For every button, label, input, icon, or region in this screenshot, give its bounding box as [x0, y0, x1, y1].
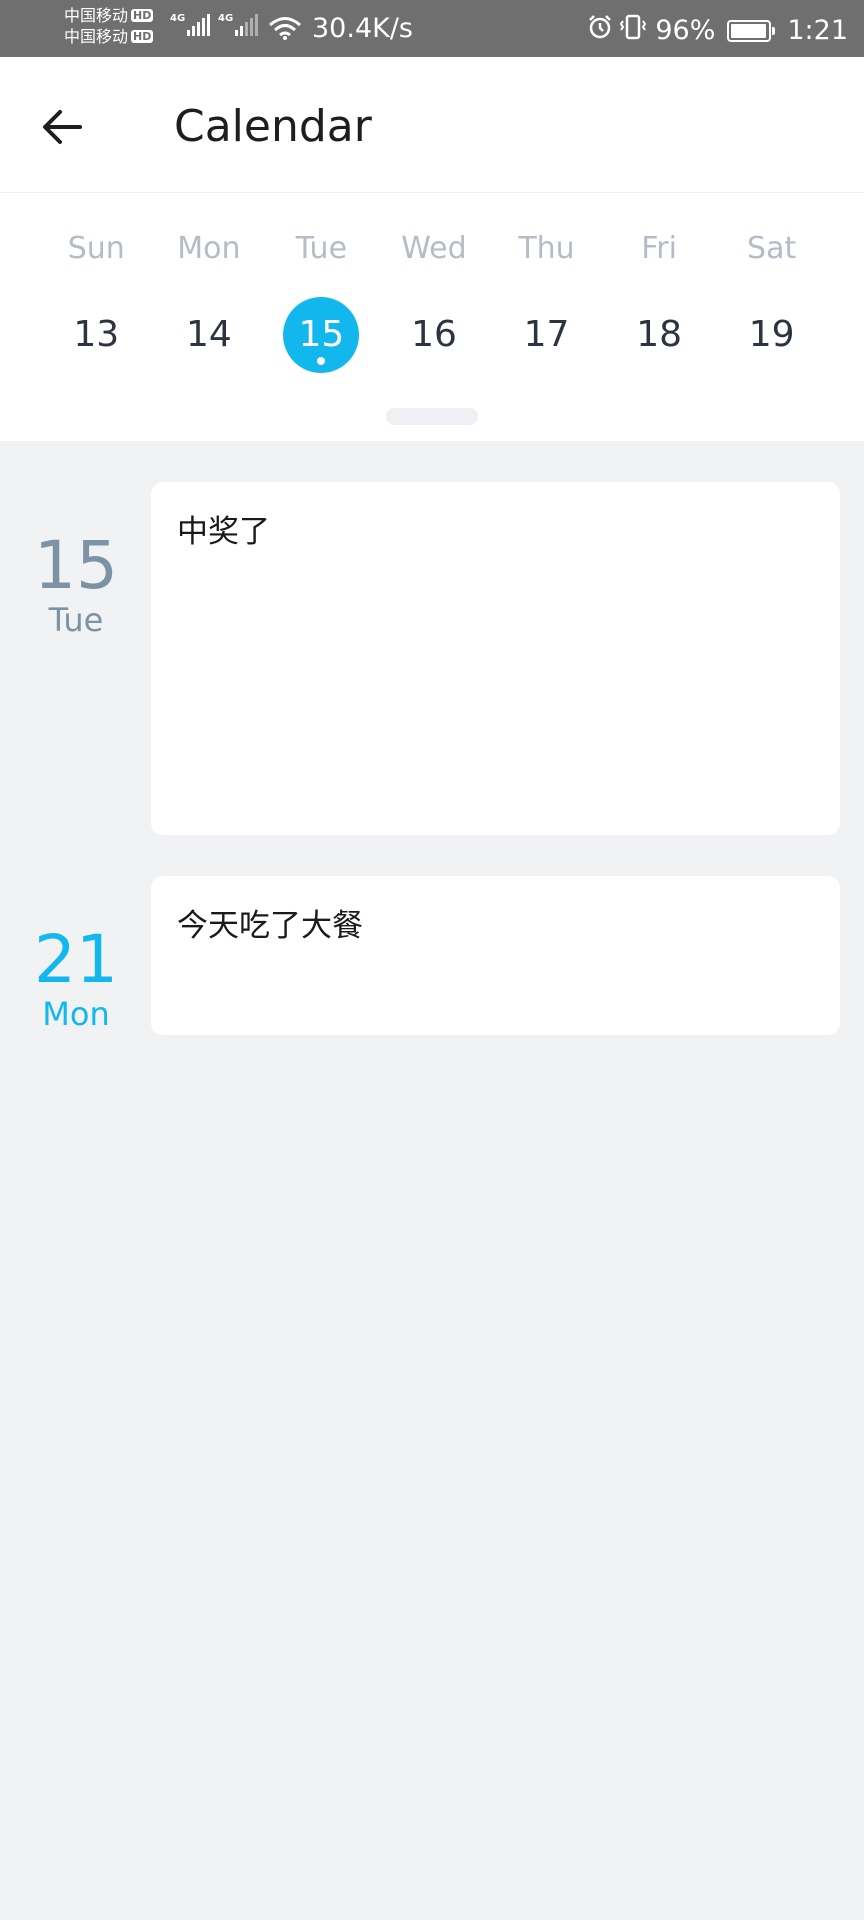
entry-card[interactable]: 今天吃了大餐	[151, 876, 840, 1035]
weekday-label: Sun	[67, 231, 125, 266]
date-cell[interactable]: 16	[378, 297, 491, 373]
entry-weekday: Mon	[42, 995, 110, 1033]
carrier-name-2: 中国移动	[64, 26, 129, 46]
date-number: 13	[73, 314, 120, 355]
entry-text: 今天吃了大餐	[177, 908, 363, 944]
network-type-2: 4G	[218, 13, 234, 24]
date-row: 13 14 15 16 17 18 19	[40, 297, 828, 373]
weekday-label: Wed	[401, 231, 467, 266]
carrier-name-1: 中国移动	[64, 5, 129, 25]
date-cell[interactable]: 18	[603, 297, 716, 373]
weekday-label: Tue	[295, 231, 348, 266]
network-type-1: 4G	[170, 13, 186, 24]
weekday-label: Mon	[177, 231, 241, 266]
entry-weekday: Tue	[48, 601, 104, 639]
wifi-icon	[268, 15, 302, 45]
back-button[interactable]	[30, 95, 94, 159]
entry-text: 中奖了	[177, 514, 270, 550]
week-strip: Sun Mon Tue Wed Thu Fri Sat 13 14 15 16 …	[0, 193, 864, 441]
entry-day: 21	[34, 921, 118, 998]
date-cell[interactable]: 13	[40, 297, 153, 373]
date-cell-selected[interactable]: 15	[265, 297, 378, 373]
date-number: 14	[185, 314, 232, 355]
weekday-label: Fri	[641, 231, 677, 266]
entry-day: 15	[34, 527, 118, 604]
page-title: Calendar	[174, 101, 372, 152]
app-bar: Calendar	[0, 57, 864, 193]
date-number: 18	[636, 314, 682, 355]
battery-percent: 96%	[655, 15, 716, 46]
alarm-icon	[587, 14, 613, 48]
hd-badge-1: HD	[131, 9, 154, 22]
entry-card[interactable]: 中奖了	[151, 482, 840, 835]
entry-date: 21 Mon	[0, 921, 152, 1033]
drag-handle[interactable]	[386, 408, 478, 425]
date-number: 16	[411, 314, 457, 355]
date-cell[interactable]: 17	[490, 297, 603, 373]
clock: 1:21	[787, 15, 848, 46]
signal-icon-2: 4G	[218, 13, 259, 36]
battery-fill	[731, 24, 766, 38]
vibrate-icon	[619, 13, 647, 49]
signal-icon: 4G	[170, 13, 211, 36]
carrier-info: 中国移动 HD 中国移动 HD	[64, 5, 154, 47]
date-number: 17	[523, 314, 570, 355]
network-speed: 30.4K/s	[312, 13, 413, 44]
date-cell[interactable]: 19	[715, 297, 828, 373]
weekday-row: Sun Mon Tue Wed Thu Fri Sat	[40, 229, 828, 269]
hd-badge-2: HD	[131, 30, 154, 43]
status-bar: 中国移动 HD 中国移动 HD 4G 4G 30.4K/s 96% 1:21	[0, 0, 864, 57]
entry-date: 15 Tue	[0, 527, 152, 639]
date-cell[interactable]: 14	[153, 297, 266, 373]
weekday-label: Thu	[518, 231, 575, 266]
date-number: 19	[748, 314, 795, 355]
arrow-left-icon	[43, 110, 82, 144]
weekday-label: Sat	[747, 231, 797, 266]
battery-icon	[727, 20, 776, 42]
